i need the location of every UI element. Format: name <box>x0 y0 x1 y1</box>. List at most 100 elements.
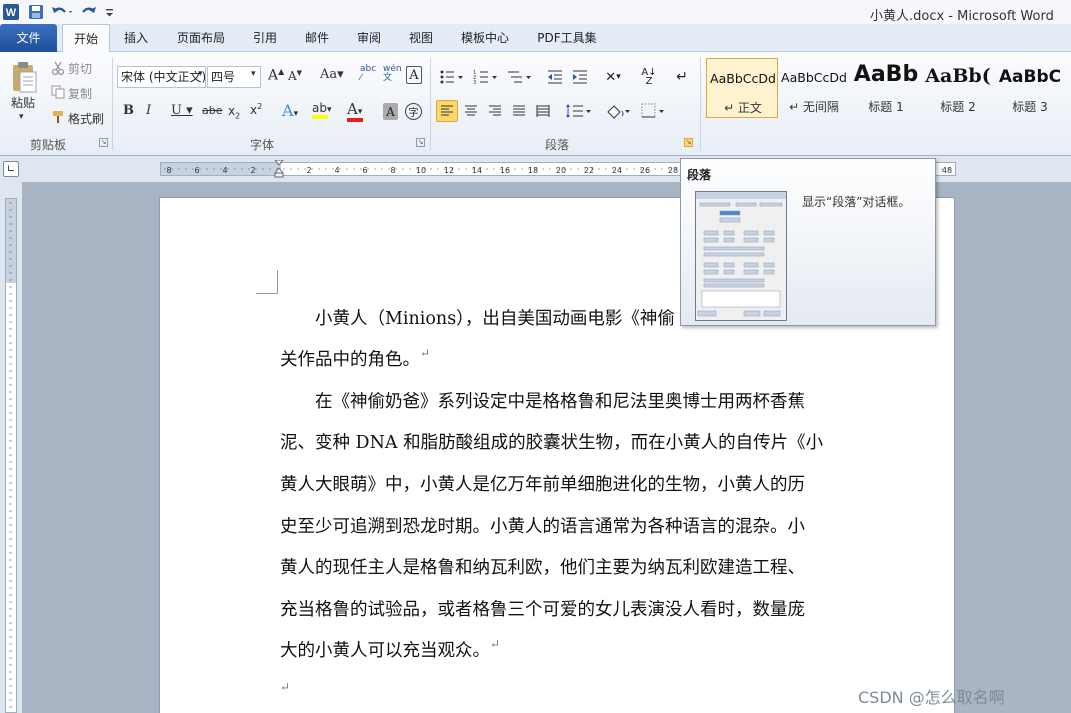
paragraph-dialog-preview-icon <box>695 191 787 321</box>
bullets-icon[interactable] <box>438 66 466 88</box>
tab-references[interactable]: 引用 <box>246 24 284 52</box>
style-sample: AaBbCcDd <box>710 71 776 86</box>
paste-icon[interactable] <box>6 58 42 98</box>
ribbon-tab-bar: 文件 开始 插入 页面布局 引用 邮件 审阅 视图 模板中心 PDF工具集 <box>0 24 1071 53</box>
watermark: CSDN @怎么取名啊 <box>858 688 1005 707</box>
clipboard-launcher-icon[interactable]: ↘ <box>99 138 108 147</box>
document-line: 泥、变种 DNA 和脂肪酸组成的胶囊状生物，而在小黄人的自传片《小 <box>280 433 824 453</box>
ruler-tick-label: 8 <box>390 166 395 175</box>
save-icon[interactable] <box>27 3 45 21</box>
tab-mailings[interactable]: 邮件 <box>298 24 336 52</box>
style-heading-2[interactable]: AaBb( 标题 2 <box>922 58 994 118</box>
character-shading-icon[interactable]: A <box>383 103 398 120</box>
tab-template-center[interactable]: 模板中心 <box>454 24 516 52</box>
show-hide-marks-icon[interactable]: ↵ <box>672 66 692 88</box>
margin-corner-mark <box>256 270 278 294</box>
bold-icon[interactable]: B <box>123 103 134 118</box>
text-effects-icon[interactable]: A▾ <box>282 101 298 120</box>
copy-button[interactable]: 复制 <box>68 85 92 102</box>
ruler-tick-label: 22 <box>584 166 594 175</box>
tab-view[interactable]: 视图 <box>402 24 440 52</box>
borders-icon[interactable] <box>640 100 668 122</box>
copy-icon[interactable] <box>50 84 66 100</box>
style-name: 标题 1 <box>868 100 904 114</box>
cut-button[interactable]: 剪切 <box>68 60 92 77</box>
align-left-icon[interactable] <box>436 100 458 122</box>
svg-text:W: W <box>6 7 17 19</box>
vertical-ruler[interactable] <box>0 182 22 713</box>
customize-icon[interactable] <box>104 3 122 21</box>
font-size-dropdown-icon[interactable]: ▾ <box>251 69 256 79</box>
ruler-tick-label: 26 <box>640 166 650 175</box>
justify-icon[interactable] <box>508 100 530 122</box>
style-heading-3[interactable]: AaBbC 标题 3 <box>994 58 1066 118</box>
grow-font-icon[interactable]: A▲ <box>268 67 284 84</box>
document-line: 黄人的现任主人是格鲁和纳瓦利欧，他们主要为纳瓦利欧建造工程、 <box>280 558 805 578</box>
style-name: ↵ 无间隔 <box>789 100 839 114</box>
tab-review[interactable]: 审阅 <box>350 24 388 52</box>
tab-pdf-tools[interactable]: PDF工具集 <box>530 24 604 52</box>
tab-selector-icon[interactable]: ∟ <box>3 161 19 177</box>
style-normal[interactable]: AaBbCcDd ↵ 正文 <box>706 58 778 118</box>
ruler-tick-label: 12 <box>444 166 454 175</box>
shading-icon[interactable] <box>604 100 632 122</box>
sort-icon[interactable]: A↓ Z <box>638 66 660 88</box>
font-name-combo[interactable]: 宋体 (中文正文) <box>117 66 206 88</box>
paragraph-launcher-icon[interactable]: ↘ <box>684 138 693 147</box>
group-divider <box>430 58 431 150</box>
underline-icon[interactable]: U ▾ <box>171 103 193 118</box>
decrease-indent-icon[interactable] <box>545 66 565 88</box>
numbering-icon[interactable]: 123 <box>472 66 500 88</box>
ruler-tick-label: 8 <box>166 166 171 175</box>
character-border-icon[interactable]: A <box>406 66 422 84</box>
tab-insert[interactable]: 插入 <box>116 24 156 52</box>
ribbon: 粘贴 ▾ 剪切 复制 格式刷 剪贴板 ↘ 宋体 (中文正文) ▾ 四号 ▾ A▲… <box>0 52 1071 156</box>
style-sample: AaBbCcDd <box>781 70 847 85</box>
cut-icon[interactable] <box>50 60 66 76</box>
clear-formatting-icon[interactable]: abc ⁄ <box>360 65 376 83</box>
paste-button[interactable]: 粘贴 <box>11 94 35 111</box>
document-line: 在《神偷奶爸》系列设定中是格格鲁和尼法里奥博士用两杯香蕉 <box>280 392 805 412</box>
undo-icon[interactable] <box>50 3 72 21</box>
multilevel-list-icon[interactable] <box>506 66 534 88</box>
font-launcher-icon[interactable]: ↘ <box>416 138 425 147</box>
ruler-tick-label: 18 <box>528 166 538 175</box>
format-painter-icon[interactable] <box>50 109 66 125</box>
font-group-label: 字体 <box>249 138 274 152</box>
highlight-color-icon[interactable]: ab▾ <box>312 101 332 119</box>
superscript-icon[interactable]: x2 <box>250 102 262 117</box>
italic-icon[interactable]: I <box>146 103 151 118</box>
chinese-layout-icon[interactable]: ✕ ▾ <box>598 66 628 88</box>
font-name-dropdown-icon[interactable]: ▾ <box>198 69 203 79</box>
style-sample: AaBb( <box>925 65 991 87</box>
paste-dropdown-icon[interactable]: ▾ <box>19 112 24 122</box>
ruler-tick-label: 14 <box>472 166 482 175</box>
ruler-tick-label: 4 <box>222 166 227 175</box>
style-no-spacing[interactable]: AaBbCcDd ↵ 无间隔 <box>778 58 850 118</box>
align-center-icon[interactable] <box>460 100 482 122</box>
indent-marker-icon[interactable] <box>274 160 284 178</box>
subscript-icon[interactable]: x2 <box>228 104 240 120</box>
format-painter-button[interactable]: 格式刷 <box>68 110 104 127</box>
redo-icon[interactable] <box>80 3 98 21</box>
tab-file[interactable]: 文件 <box>0 24 57 52</box>
align-right-icon[interactable] <box>484 100 506 122</box>
paragraph-mark: ↵ <box>490 637 501 651</box>
tab-page-layout[interactable]: 页面布局 <box>170 24 232 52</box>
document-line: 充当格鲁的试验品，或者格鲁三个可爱的女儿表演没人看时，数量庞 <box>280 600 805 620</box>
font-color-icon[interactable]: A▾ <box>347 100 363 122</box>
tab-home[interactable]: 开始 <box>62 24 110 53</box>
paragraph-group-label: 段落 <box>544 138 569 152</box>
change-case-icon[interactable]: Aa▾ <box>320 67 344 82</box>
enclose-characters-icon[interactable]: 字 <box>405 103 422 120</box>
distributed-icon[interactable] <box>532 100 554 122</box>
word-app-icon[interactable]: W <box>2 3 20 21</box>
line-spacing-icon[interactable] <box>564 100 594 122</box>
document-line: 黄人大眼萌》中，小黄人是亿万年前单细胞进化的生物，小黄人的历 <box>280 475 805 495</box>
increase-indent-icon[interactable] <box>570 66 590 88</box>
strikethrough-icon[interactable]: abe <box>202 104 223 117</box>
style-heading-1[interactable]: AaBb 标题 1 <box>850 58 922 118</box>
phonetic-guide-icon[interactable]: wén 文 <box>383 65 402 83</box>
shrink-font-icon[interactable]: A▼ <box>288 69 302 83</box>
style-name: ↵ 正文 <box>724 101 762 115</box>
